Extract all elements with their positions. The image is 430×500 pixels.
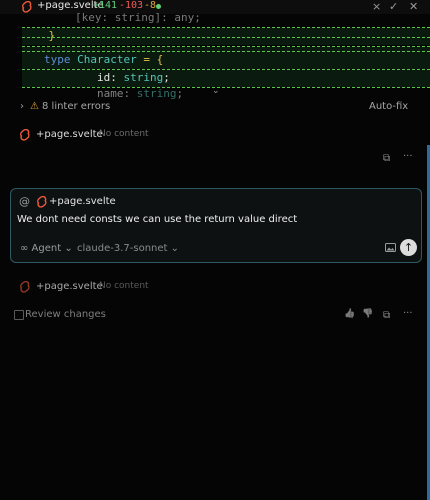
auto-fix-button[interactable]: Auto-fix — [369, 101, 408, 112]
more-icon[interactable]: ··· — [403, 151, 413, 162]
context-file-chip[interactable]: +page.svelte — [49, 196, 116, 207]
diff-separator — [22, 37, 430, 38]
review-icon — [14, 310, 24, 320]
thumbs-down-icon[interactable]: 👎 — [362, 309, 373, 319]
model-selector[interactable]: claude-3.7-sonnet ⌄ — [77, 243, 179, 254]
send-button[interactable]: ↑ — [400, 239, 417, 256]
copy-icon[interactable]: ⧉ — [383, 310, 390, 321]
model-label: claude-3.7-sonnet — [77, 243, 168, 254]
file-reference-note: No content — [99, 281, 149, 291]
more-icon[interactable]: ··· — [403, 308, 413, 319]
mention-button[interactable]: @ — [19, 195, 30, 208]
status-dot — [156, 4, 161, 9]
warning-icon: ⚠ — [30, 101, 39, 112]
svelte-icon — [37, 196, 48, 208]
mode-label: Agent — [31, 243, 62, 254]
code-line: id: string; — [22, 70, 430, 87]
review-changes-label: Review changes — [25, 309, 106, 320]
code-text: name: string; — [96, 87, 184, 100]
code-diff-view[interactable]: [key: string]: any; } type Character = {… — [22, 10, 430, 100]
code-text: [key: string]: any; — [74, 11, 201, 24]
chevron-down-icon: ⌄ — [64, 243, 73, 254]
copy-icon[interactable]: ⧉ — [383, 153, 390, 164]
code-line: type Character = { — [22, 52, 430, 69]
chevron-right-icon: › — [20, 101, 24, 112]
chevron-down-icon: ⌄ — [170, 243, 180, 254]
file-reference-note: No content — [99, 129, 149, 139]
image-icon[interactable] — [385, 242, 396, 252]
file-reference[interactable]: +page.svelte No content — [20, 281, 220, 295]
code-line: [key: string]: any; — [22, 10, 430, 27]
file-reference[interactable]: +page.svelte No content — [20, 129, 220, 143]
chevron-down-icon[interactable]: ⌄ — [212, 86, 220, 96]
message-input[interactable]: We dont need consts we can use the retur… — [17, 214, 297, 225]
svelte-icon — [20, 129, 31, 141]
mode-selector[interactable]: ∞ Agent ⌄ — [20, 243, 73, 254]
code-text: type Character = { — [44, 53, 164, 66]
code-text: id: string; — [96, 71, 170, 84]
thumbs-up-icon[interactable]: 👍 — [344, 309, 355, 319]
file-reference-name: +page.svelte — [36, 281, 103, 292]
linter-errors-label: 8 linter errors — [42, 101, 111, 112]
file-reference-name: +page.svelte — [36, 129, 103, 140]
code-text: } — [48, 29, 56, 42]
svelte-icon — [20, 281, 31, 293]
infinity-icon: ∞ — [20, 243, 29, 254]
message-composer[interactable]: @ +page.svelte We dont need consts we ca… — [10, 188, 422, 263]
